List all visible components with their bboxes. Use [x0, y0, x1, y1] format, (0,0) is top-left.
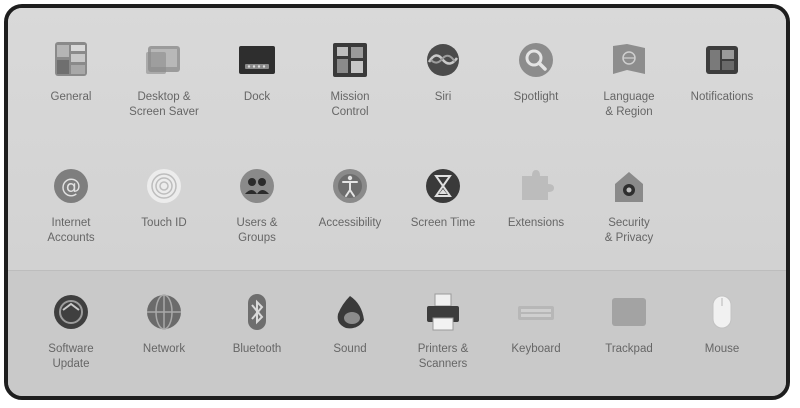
pref-general[interactable]: General	[25, 38, 117, 158]
pref-label: Keyboard	[511, 343, 561, 355]
pref-desktop-screen-saver[interactable]: Desktop & Screen Saver	[118, 38, 210, 158]
pref-label: Software Update	[48, 343, 94, 370]
pref-touch-id[interactable]: Touch ID	[118, 164, 210, 284]
software-update-icon	[49, 290, 93, 334]
general-icon	[49, 38, 93, 82]
pref-mouse[interactable]: Mouse	[676, 290, 768, 396]
pref-security-privacy[interactable]: Security & Privacy	[583, 164, 675, 284]
sound-icon	[328, 290, 372, 334]
mouse-icon	[700, 290, 744, 334]
pref-trackpad[interactable]: Trackpad	[583, 290, 675, 396]
pref-label: Mission Control	[330, 91, 370, 118]
pref-label: Sound	[333, 343, 367, 355]
pref-dock[interactable]: Dock	[211, 38, 303, 158]
pref-label: Mouse	[704, 343, 740, 355]
pref-language-region[interactable]: Language & Region	[583, 38, 675, 158]
extensions-icon	[514, 164, 558, 208]
pref-label: Notifications	[690, 91, 754, 103]
pref-label: Internet Accounts	[47, 217, 95, 244]
pref-label: Users & Groups	[236, 217, 278, 244]
pref-label: Dock	[243, 91, 271, 103]
preferences-row-accounts: @ Internet Accounts Touch ID Users & Gro…	[8, 164, 786, 284]
desktop-screensaver-icon	[142, 38, 186, 82]
siri-icon	[421, 38, 465, 82]
screen-time-icon	[421, 164, 465, 208]
pref-printers-scanners[interactable]: Printers & Scanners	[397, 290, 489, 396]
pref-network[interactable]: Network	[118, 290, 210, 396]
svg-text:@: @	[61, 174, 81, 198]
spotlight-icon	[514, 38, 558, 82]
pref-label: Security & Privacy	[604, 217, 654, 244]
pref-mission-control[interactable]: Mission Control	[304, 38, 396, 158]
users-groups-icon	[235, 164, 279, 208]
pref-label: Screen Time	[410, 217, 476, 229]
trackpad-icon	[607, 290, 651, 334]
pref-siri[interactable]: Siri	[397, 38, 489, 158]
touch-id-icon	[142, 164, 186, 208]
pref-label: Network	[142, 343, 186, 355]
internet-accounts-icon: @	[49, 164, 93, 208]
bluetooth-icon	[235, 290, 279, 334]
pref-screen-time[interactable]: Screen Time	[397, 164, 489, 284]
mission-control-icon	[328, 38, 372, 82]
pref-label: Touch ID	[141, 217, 187, 229]
system-preferences-window: General Desktop & Screen Saver Dock Miss…	[4, 4, 790, 400]
pref-internet-accounts[interactable]: @ Internet Accounts	[25, 164, 117, 284]
network-icon	[142, 290, 186, 334]
pref-extensions[interactable]: Extensions	[490, 164, 582, 284]
pref-keyboard[interactable]: Keyboard	[490, 290, 582, 396]
pref-label: Language & Region	[603, 91, 655, 118]
printers-scanners-icon	[421, 290, 465, 334]
language-region-icon	[607, 38, 651, 82]
preferences-row-hardware: Software Update Network Bluetooth Sound …	[8, 290, 786, 396]
pref-accessibility[interactable]: Accessibility	[304, 164, 396, 284]
pref-label: Accessibility	[318, 217, 382, 229]
pref-software-update[interactable]: Software Update	[25, 290, 117, 396]
pref-label: Extensions	[507, 217, 565, 229]
pref-spotlight[interactable]: Spotlight	[490, 38, 582, 158]
pref-label: Desktop & Screen Saver	[129, 91, 199, 118]
pref-notifications[interactable]: Notifications	[676, 38, 768, 158]
security-privacy-icon	[607, 164, 651, 208]
pref-bluetooth[interactable]: Bluetooth	[211, 290, 303, 396]
pref-label: Bluetooth	[232, 343, 282, 355]
pref-label: Siri	[434, 91, 452, 103]
pref-label: Spotlight	[513, 91, 559, 103]
pref-sound[interactable]: Sound	[304, 290, 396, 396]
keyboard-icon	[514, 290, 558, 334]
pref-label: Trackpad	[605, 343, 653, 355]
accessibility-icon	[328, 164, 372, 208]
notifications-icon	[700, 38, 744, 82]
dock-icon	[235, 38, 279, 82]
preferences-row-personal: General Desktop & Screen Saver Dock Miss…	[8, 38, 786, 158]
pref-users-groups[interactable]: Users & Groups	[211, 164, 303, 284]
pref-label: General	[50, 91, 92, 103]
pref-label: Printers & Scanners	[417, 343, 469, 370]
